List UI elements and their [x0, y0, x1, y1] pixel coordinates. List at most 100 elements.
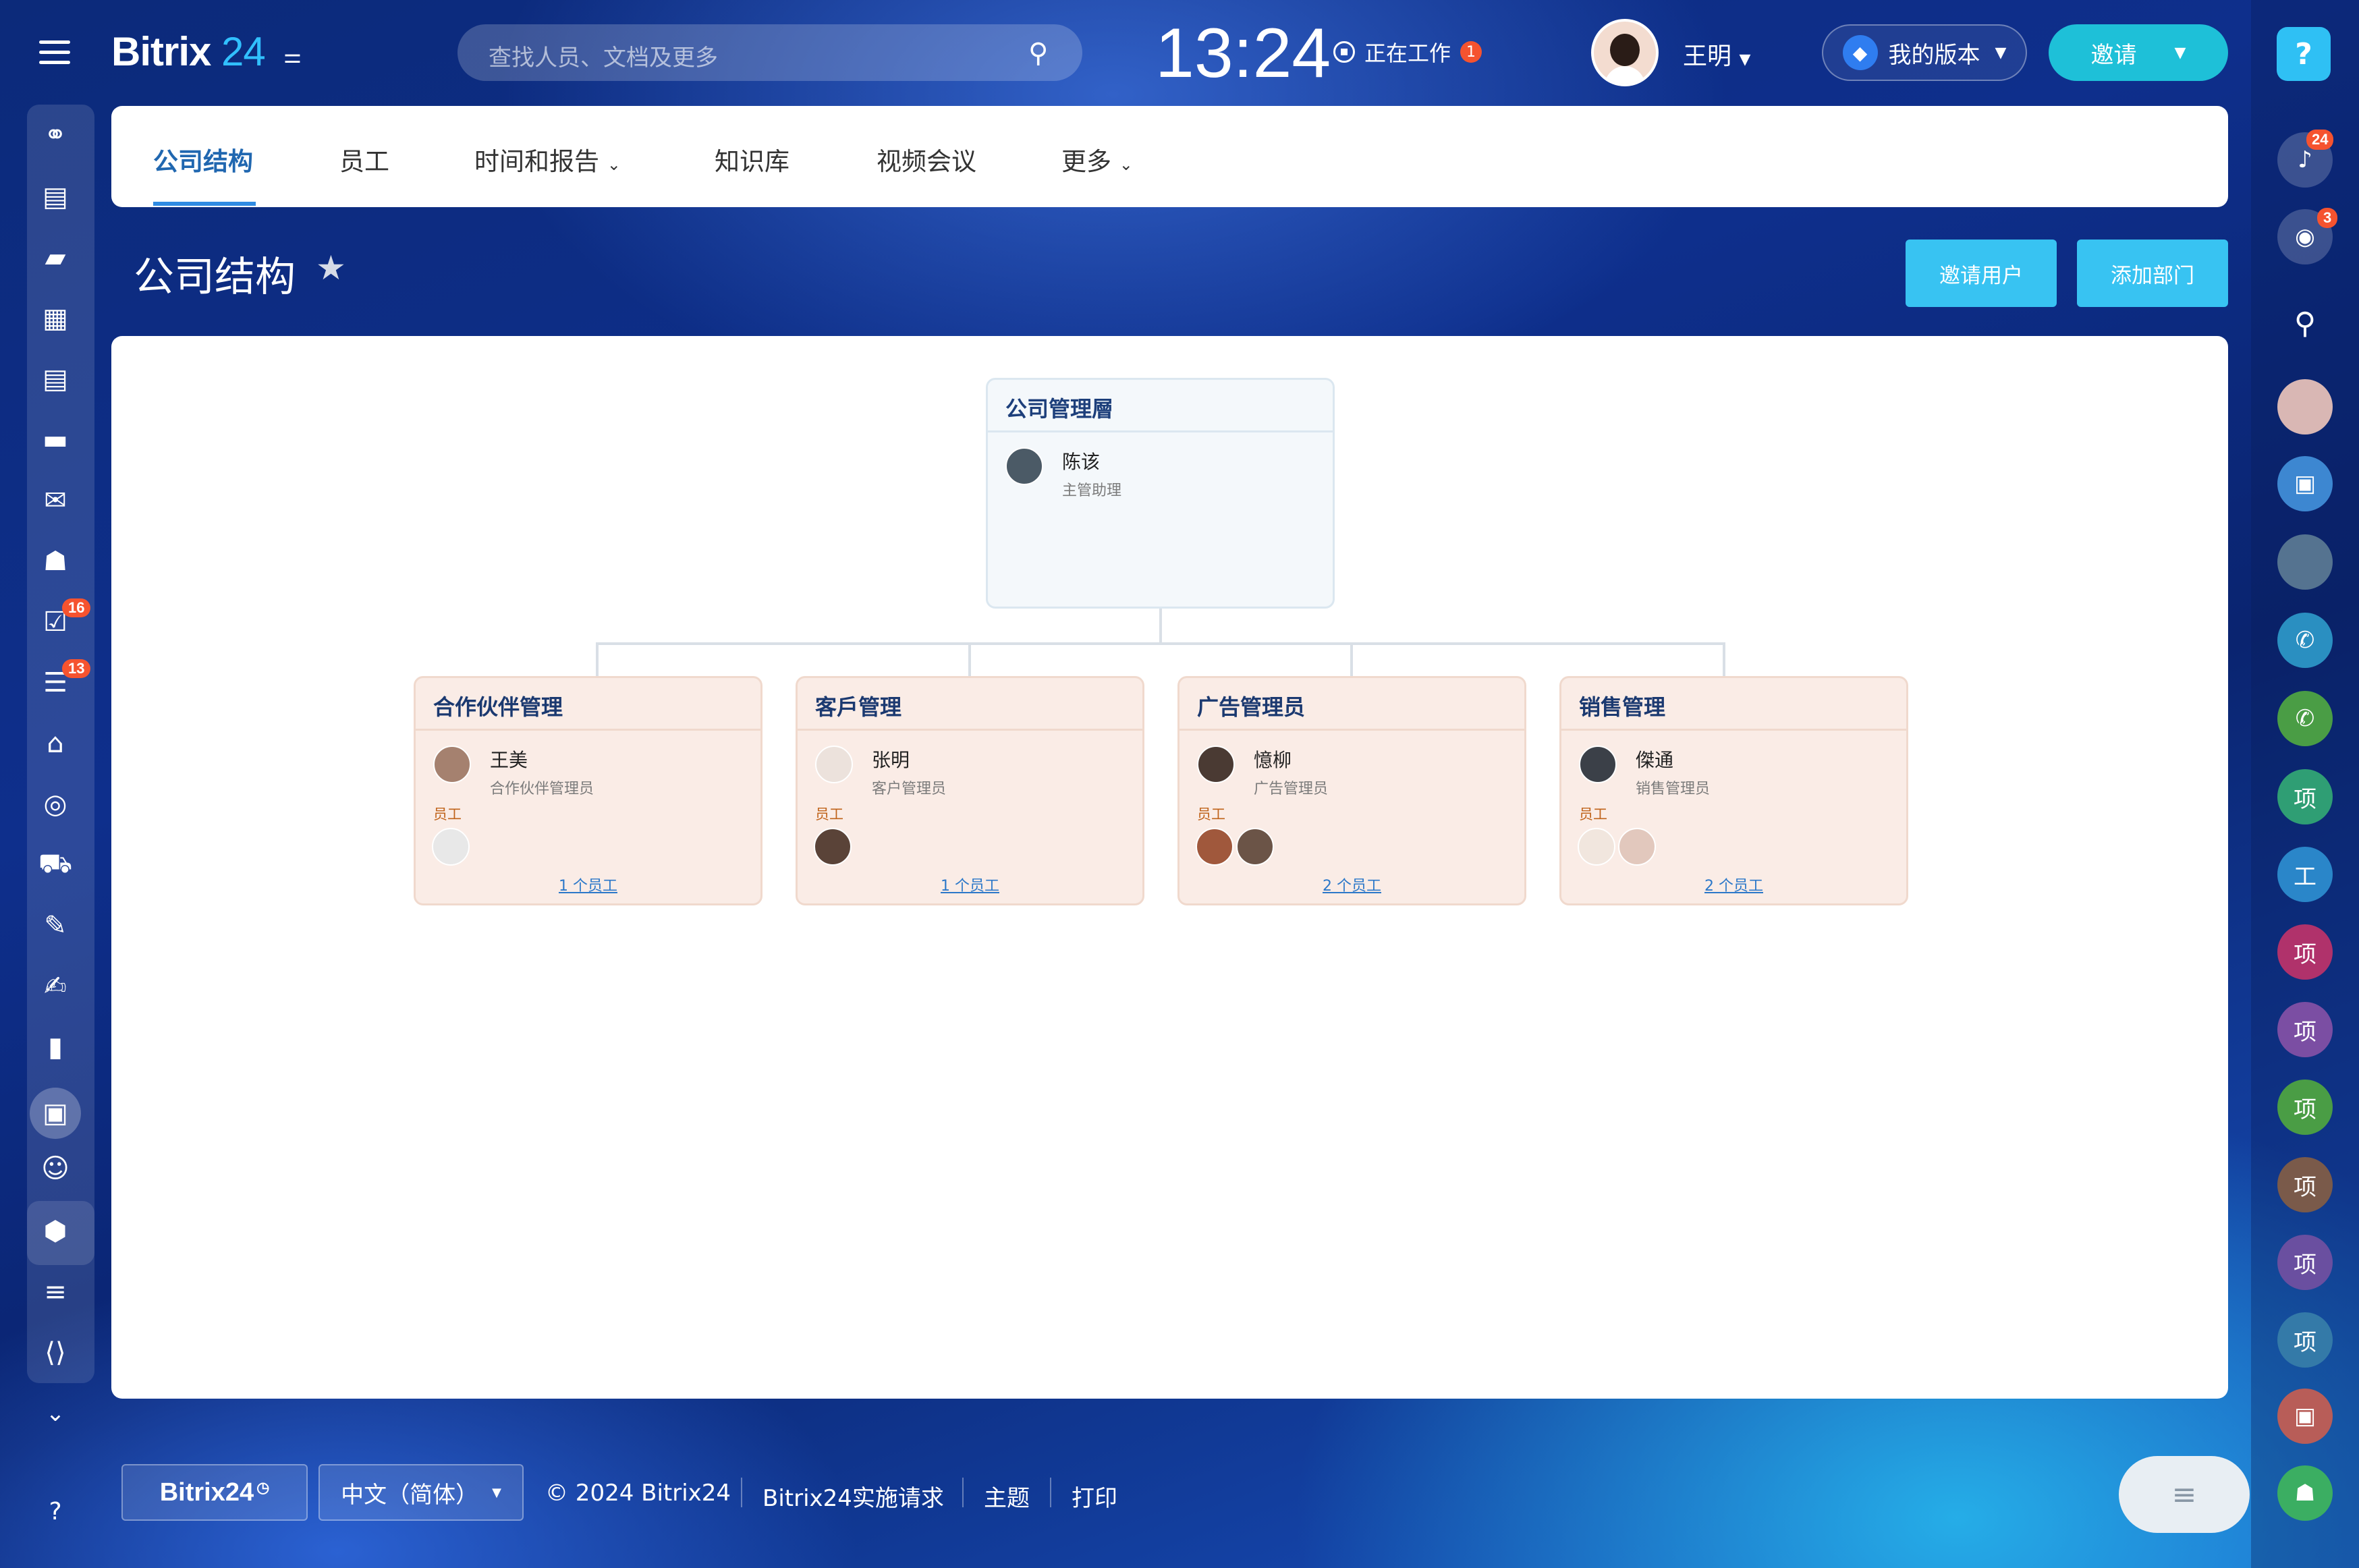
- user-name: 王明: [1683, 43, 1732, 70]
- hamburger-menu-icon[interactable]: [39, 40, 70, 65]
- search-input[interactable]: 查找人员、文档及更多: [457, 24, 1082, 81]
- project-chat-avatar[interactable]: 项: [2277, 769, 2333, 824]
- notifications-badge: 24: [2306, 130, 2334, 150]
- employee-count-link[interactable]: 1 个员工: [941, 874, 999, 895]
- feed-icon[interactable]: ⚭: [35, 115, 76, 155]
- project-chat-avatar[interactable]: 工: [2277, 847, 2333, 902]
- sign-icon[interactable]: ✍: [35, 966, 76, 1007]
- user-avatar[interactable]: [1591, 19, 1659, 86]
- department-manager[interactable]: 张明 客户管理员: [815, 746, 946, 798]
- logo-name: Bitrix: [111, 29, 211, 74]
- robot-icon[interactable]: ☺: [35, 1148, 76, 1189]
- department-manager[interactable]: 傑通 销售管理员: [1579, 746, 1710, 798]
- page-title: 公司结构: [134, 254, 296, 301]
- employee-count-link[interactable]: 2 个员工: [1704, 874, 1763, 895]
- project-chat-avatar[interactable]: 项: [2277, 1235, 2333, 1290]
- org-node-department[interactable]: 广告管理员 憶柳 广告管理员 员工 2 个员工: [1177, 676, 1526, 905]
- employee-count-link[interactable]: 2 个员工: [1323, 874, 1381, 895]
- contact-avatar[interactable]: [2277, 534, 2333, 590]
- feed-badge: 13: [62, 659, 91, 678]
- employee-avatar[interactable]: [814, 828, 852, 866]
- chat-icon[interactable]: ▰: [35, 237, 76, 278]
- star-icon[interactable]: ★: [316, 248, 346, 287]
- cart-icon[interactable]: ⛟: [35, 845, 76, 885]
- employee-avatar[interactable]: [1618, 828, 1656, 866]
- box-icon[interactable]: ⬢: [35, 1211, 76, 1252]
- messenger-icon[interactable]: ▤: [35, 177, 76, 217]
- invite-user-button[interactable]: 邀请用户: [1906, 240, 2057, 307]
- project-chat-avatar[interactable]: 项: [2277, 1312, 2333, 1368]
- employee-avatar[interactable]: [1196, 828, 1233, 866]
- form-icon[interactable]: ✎: [35, 905, 76, 946]
- search-icon[interactable]: ⚲: [1028, 38, 1048, 69]
- chat-widget-icon[interactable]: ≡: [2119, 1456, 2250, 1533]
- drive-icon[interactable]: ▬: [35, 420, 76, 460]
- employee-avatars: [1578, 828, 1659, 866]
- org-node-department[interactable]: 合作伙伴管理 王美 合作伙伴管理员 员工 1 个员工: [414, 676, 762, 905]
- phone-icon[interactable]: ✆: [2277, 613, 2333, 668]
- workgroups-icon[interactable]: ☗: [35, 541, 76, 582]
- group-icon[interactable]: ☗: [2277, 1465, 2333, 1521]
- department-manager[interactable]: 憶柳 广告管理员: [1197, 746, 1328, 798]
- document-icon[interactable]: ▤: [35, 359, 76, 399]
- marketplace-icon[interactable]: ≡: [35, 1272, 76, 1312]
- manager-avatar: [433, 746, 471, 783]
- logo-settings-icon[interactable]: ⚌: [283, 45, 302, 68]
- employee-count-link[interactable]: 1 个员工: [559, 874, 617, 895]
- employee-avatar[interactable]: [1578, 828, 1615, 866]
- tab-video-conference[interactable]: 视频会议: [877, 141, 976, 177]
- org-node-top-management[interactable]: 公司管理層 陈该 主管助理: [986, 378, 1335, 609]
- language-select[interactable]: 中文（简体） ▼: [318, 1464, 524, 1521]
- org-node-department[interactable]: 销售管理 傑通 销售管理员 员工 2 个员工: [1559, 676, 1908, 905]
- analytics-icon[interactable]: ▮: [35, 1027, 76, 1067]
- tab-bar: 公司结构 员工 时间和报告 ⌄ 知识库 视频会议 更多 ⌄: [111, 106, 2228, 207]
- manager-avatar: [1005, 447, 1043, 485]
- contact-card-icon[interactable]: ▣: [2277, 1389, 2333, 1444]
- tab-employees[interactable]: 员工: [339, 141, 389, 177]
- footer-separator: [1050, 1478, 1051, 1507]
- department-manager[interactable]: 王美 合作伙伴管理员: [433, 746, 594, 798]
- app-logo[interactable]: Bitrix 24: [111, 28, 266, 75]
- user-menu[interactable]: 王明 ▼: [1683, 36, 1750, 72]
- phone-icon[interactable]: ✆: [2277, 691, 2333, 746]
- tab-more[interactable]: 更多 ⌄: [1061, 141, 1133, 177]
- help-icon[interactable]: ?: [2277, 27, 2331, 81]
- org-node-department[interactable]: 客戶管理 张明 客户管理员 员工 1 个员工: [796, 676, 1144, 905]
- developer-icon[interactable]: ⟨⟩: [35, 1333, 76, 1373]
- manager-role: 客户管理员: [872, 781, 947, 797]
- footer-link-implementation[interactable]: Bitrix24实施请求: [762, 1480, 944, 1513]
- my-plan-button[interactable]: ◆ 我的版本 ▼: [1822, 24, 2027, 81]
- project-chat-avatar[interactable]: 项: [2277, 1080, 2333, 1135]
- tab-knowledge-base[interactable]: 知识库: [715, 141, 789, 177]
- tab-time-reports-label: 时间和报告: [474, 147, 599, 176]
- calendar-icon[interactable]: ▦: [35, 298, 76, 339]
- department-title: 合作伙伴管理: [416, 678, 760, 731]
- connector-line: [1350, 642, 1353, 677]
- company-icon[interactable]: ⌂: [35, 723, 76, 764]
- footer-link-theme[interactable]: 主题: [984, 1480, 1030, 1513]
- working-status[interactable]: 正在工作 1: [1333, 36, 1482, 67]
- contact-avatar[interactable]: [2277, 379, 2333, 435]
- employee-avatar[interactable]: [1236, 828, 1274, 866]
- tab-company-structure[interactable]: 公司结构: [153, 141, 253, 177]
- tab-time-reports[interactable]: 时间和报告 ⌄: [474, 141, 621, 177]
- project-chat-avatar[interactable]: 项: [2277, 924, 2333, 980]
- add-department-button[interactable]: 添加部门: [2077, 240, 2228, 307]
- active-tab-indicator: [153, 202, 256, 206]
- project-chat-avatar[interactable]: 项: [2277, 1157, 2333, 1212]
- help-icon[interactable]: ?: [35, 1491, 76, 1532]
- department-manager[interactable]: 陈该 主管助理: [1005, 447, 1121, 500]
- target-icon[interactable]: ◎: [35, 784, 76, 824]
- mail-icon[interactable]: ✉: [35, 480, 76, 521]
- invite-button[interactable]: 邀请 ▼: [2049, 24, 2228, 81]
- contact-card-icon[interactable]: ▣: [2277, 456, 2333, 511]
- employees-card-icon[interactable]: ▣: [30, 1088, 81, 1139]
- footer-brand-button[interactable]: Bitrix24 ◷: [121, 1464, 308, 1521]
- footer-link-print[interactable]: 打印: [1072, 1480, 1117, 1513]
- search-icon[interactable]: ⚲: [2277, 296, 2333, 351]
- stop-icon: [1333, 41, 1355, 63]
- chevron-down-icon: ⌄: [607, 155, 621, 174]
- employee-avatar[interactable]: [432, 828, 470, 866]
- expand-menu-icon[interactable]: ⌄: [35, 1393, 76, 1434]
- project-chat-avatar[interactable]: 项: [2277, 1002, 2333, 1057]
